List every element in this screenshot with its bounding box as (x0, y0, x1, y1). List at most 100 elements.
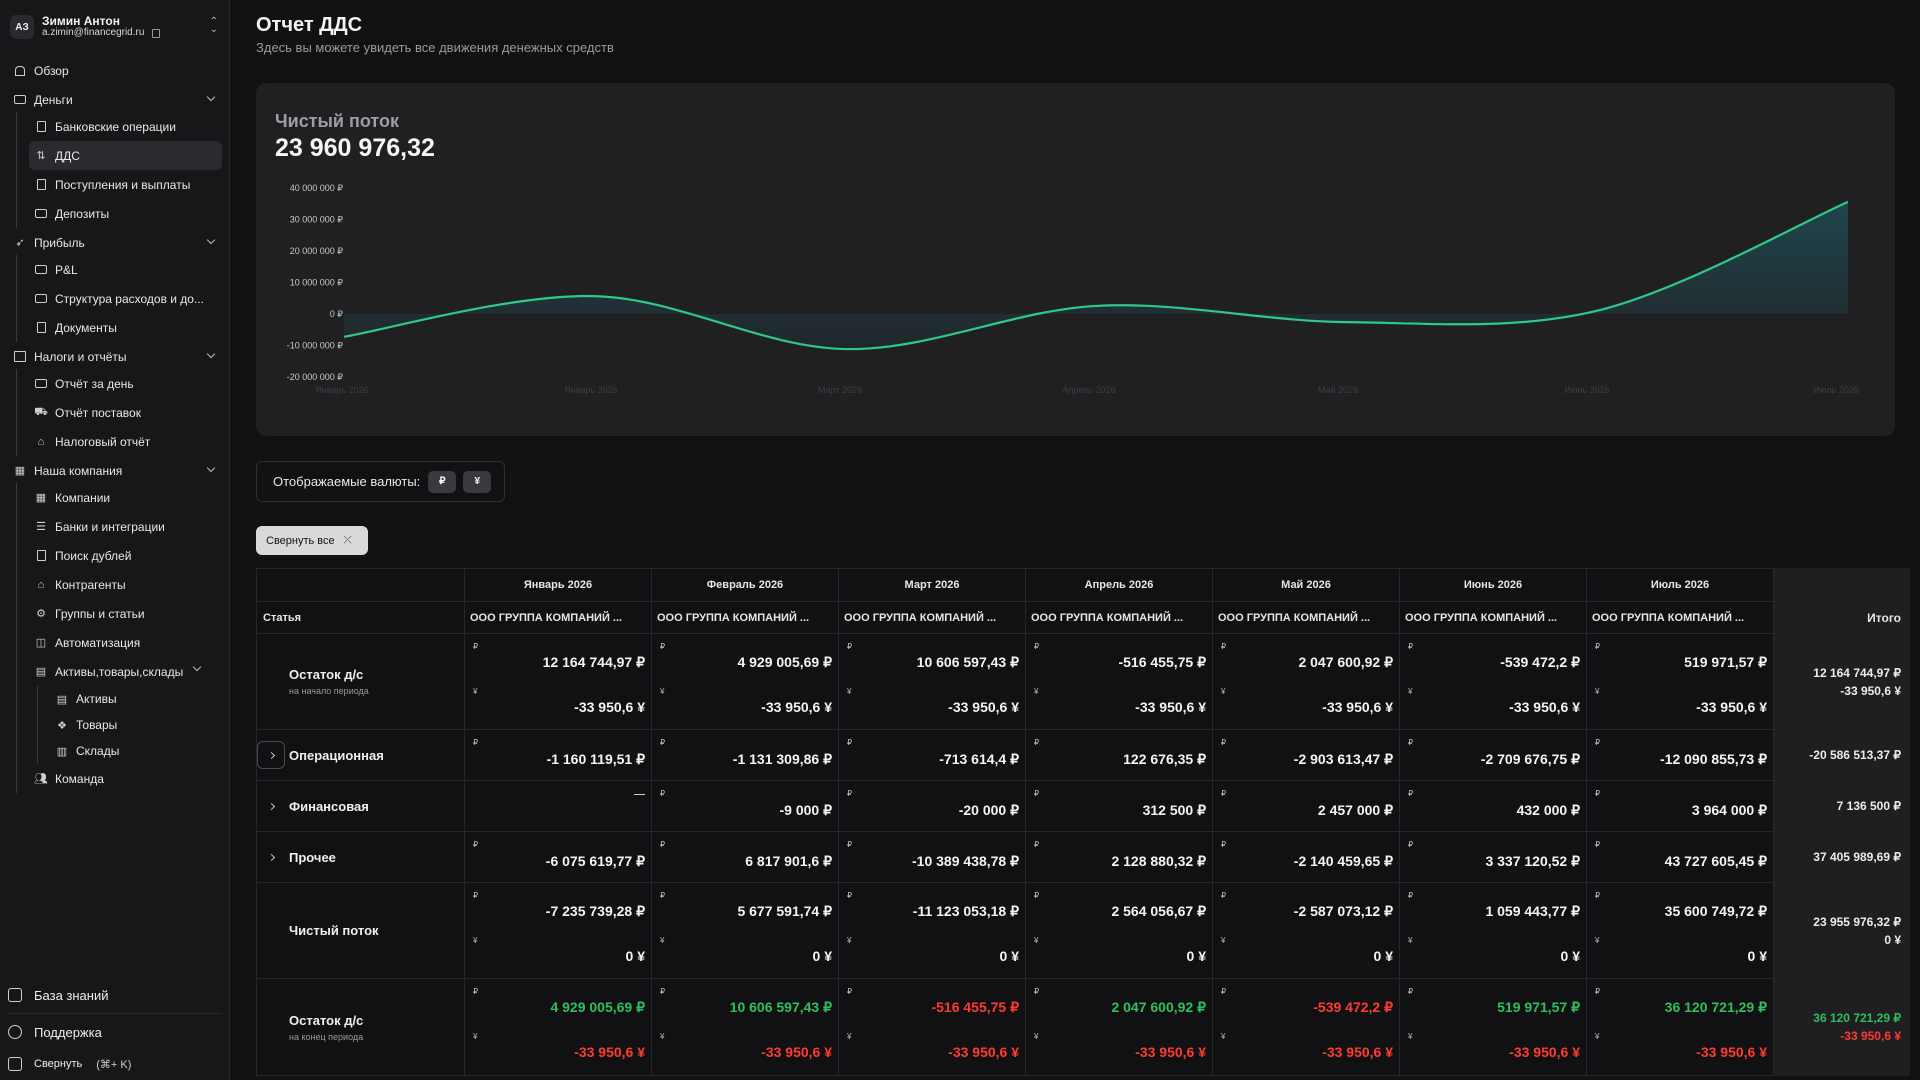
sidebar-item-overview[interactable]: Обзор (8, 58, 222, 83)
sidebar-item-counterparties[interactable]: ⌂ Контрагенты (29, 570, 222, 599)
value-cell[interactable]: ₽35 600 749,72 ₽ ¥0 ¥ (1586, 882, 1774, 979)
card-icon (35, 293, 47, 305)
sidebar-group-money[interactable]: Деньги (8, 87, 222, 112)
sidebar-item-bank-operations[interactable]: Банковские операции (29, 112, 222, 141)
user-name: Зимин Антон (42, 14, 120, 28)
month-header[interactable]: Июнь 2026 (1399, 568, 1587, 602)
sidebar-item-expense-structure[interactable]: Структура расходов и до... (29, 284, 222, 313)
value-cell[interactable]: ₽2 047 600,92 ₽ ¥ -33 950,6 ¥ (1212, 633, 1400, 730)
value-cell[interactable]: ₽12 164 744,97 ₽ ¥ -33 950,6 ¥ (464, 633, 652, 730)
value-cell[interactable]: ₽ -20 000 ₽ (838, 780, 1026, 832)
amount-rub: -2 709 676,75 ₽ (1480, 751, 1580, 767)
sidebar-item-team[interactable]: 👥︎ Команда (29, 764, 222, 793)
value-cell[interactable]: ₽2 047 600,92 ₽ ¥ -33 950,6 ¥ (1025, 978, 1213, 1076)
value-cell[interactable]: ₽ -516 455,75 ₽ ¥ -33 950,6 ¥ (1025, 633, 1213, 730)
value-cell[interactable]: ₽ -1 131 309,86 ₽ (651, 729, 839, 781)
expand-row-button[interactable] (257, 792, 285, 820)
value-cell[interactable]: ₽519 971,57 ₽ ¥ -33 950,6 ¥ (1399, 978, 1587, 1076)
value-cell[interactable]: ₽ -1 160 119,51 ₽ (464, 729, 652, 781)
sidebar-item-duplicates[interactable]: Поиск дублей (29, 541, 222, 570)
sidebar-group-profit[interactable]: ➶ Прибыль (8, 230, 222, 255)
value-cell[interactable]: ₽ -2 903 613,47 ₽ (1212, 729, 1400, 781)
value-cell[interactable]: ₽4 929 005,69 ₽ ¥ -33 950,6 ¥ (651, 633, 839, 730)
month-header[interactable]: Январь 2026 (464, 568, 652, 602)
month-header[interactable]: Апрель 2026 (1025, 568, 1213, 602)
value-cell[interactable]: ₽1 059 443,77 ₽ ¥0 ¥ (1399, 882, 1587, 979)
value-cell[interactable]: ₽5 677 591,74 ₽ ¥0 ¥ (651, 882, 839, 979)
value-cell[interactable]: ₽3 964 000 ₽ (1586, 780, 1774, 832)
value-cell[interactable]: ₽312 500 ₽ (1025, 780, 1213, 832)
amount-cny: 0 ¥ (999, 948, 1019, 964)
value-cell[interactable]: ₽ -2 587 073,12 ₽ ¥0 ¥ (1212, 882, 1400, 979)
sidebar-item-deposits[interactable]: Депозиты (29, 199, 222, 228)
value-cell[interactable]: ₽ -2 140 459,65 ₽ (1212, 831, 1400, 883)
value-cell[interactable]: ₽2 457 000 ₽ (1212, 780, 1400, 832)
sidebar-item-automation[interactable]: ◫ Автоматизация (29, 628, 222, 657)
sidebar-group-assets[interactable]: ▤ Активы,товары,склады (29, 657, 222, 686)
sidebar-item-companies[interactable]: ▦ Компании (29, 483, 222, 512)
value-cell[interactable]: ₽ -6 075 619,77 ₽ (464, 831, 652, 883)
row-article: Операционная (256, 729, 465, 781)
sidebar-item-goods[interactable]: ❖ Товары (50, 712, 222, 738)
amount-cny: -33 950,6 ¥ (1509, 699, 1580, 715)
headset-icon (8, 1025, 22, 1039)
total-cell: 36 120 721,29 ₽ -33 950,6 ¥ (1773, 978, 1910, 1076)
expand-row-button[interactable] (257, 741, 285, 769)
sidebar-group-taxes[interactable]: Налоги и отчёты (8, 344, 222, 369)
collapse-all-button[interactable]: Свернуть все ⤫ (256, 526, 368, 555)
value-cell[interactable]: ₽ -516 455,75 ₽ ¥ -33 950,6 ¥ (838, 978, 1026, 1076)
sidebar-group-company[interactable]: ▦ Наша компания (8, 458, 222, 483)
month-header[interactable]: Февраль 2026 (651, 568, 839, 602)
month-header[interactable]: Июль 2026 (1586, 568, 1774, 602)
value-cell[interactable]: ₽6 817 901,6 ₽ (651, 831, 839, 883)
value-cell[interactable] (464, 780, 652, 832)
gear-icon: ⚙ (36, 608, 46, 620)
value-cell[interactable]: ₽519 971,57 ₽ ¥ -33 950,6 ¥ (1586, 633, 1774, 730)
value-cell[interactable]: ₽ -713 614,4 ₽ (838, 729, 1026, 781)
sidebar-item-groups-articles[interactable]: ⚙ Группы и статьи (29, 599, 222, 628)
sidebar-item-documents[interactable]: Документы (29, 313, 222, 342)
sidebar-item-tax-report[interactable]: ⌂ Налоговый отчёт (29, 427, 222, 456)
collapse-sidebar-button[interactable]: Свернуть (⌘+ K) (0, 1048, 230, 1080)
knowledge-base-link[interactable]: База знаний (0, 979, 230, 1011)
value-cell[interactable]: ₽2 128 880,32 ₽ (1025, 831, 1213, 883)
copy-icon[interactable] (152, 28, 161, 38)
sidebar-item-assets[interactable]: ▤ Активы (50, 686, 222, 712)
sidebar-item-dds[interactable]: ⇅ ДДС (29, 141, 222, 170)
sidebar-item-supply-report[interactable]: ⛟ Отчёт поставок (29, 398, 222, 427)
value-cell[interactable]: ₽ -2 709 676,75 ₽ (1399, 729, 1587, 781)
currency-chip-rub[interactable]: ₽ (428, 470, 457, 493)
expand-row-button[interactable] (257, 843, 285, 871)
value-cell[interactable]: ₽122 676,35 ₽ (1025, 729, 1213, 781)
sidebar-item-warehouses[interactable]: ▥ Склады (50, 738, 222, 764)
value-cell[interactable]: ₽ -9 000 ₽ (651, 780, 839, 832)
amount-rub: 519 971,57 ₽ (1497, 999, 1580, 1015)
user-switcher[interactable]: АЗ Зимин Антон a.zimin@financegrid.ru ⌃ ⌄ (10, 12, 222, 42)
value-cell[interactable]: ₽ -12 090 855,73 ₽ (1586, 729, 1774, 781)
amount-rub: 2 047 600,92 ₽ (1298, 654, 1393, 670)
support-link[interactable]: Поддержка (0, 1016, 230, 1048)
value-cell[interactable]: ₽ -10 389 438,78 ₽ (838, 831, 1026, 883)
amount-rub: 43 727 605,45 ₽ (1664, 853, 1767, 869)
currency-chip-cny[interactable]: ¥ (463, 470, 492, 493)
value-cell[interactable]: ₽ -539 472,2 ₽ ¥ -33 950,6 ¥ (1212, 978, 1400, 1076)
value-cell[interactable]: ₽ -539 472,2 ₽ ¥ -33 950,6 ¥ (1399, 633, 1587, 730)
value-cell[interactable]: ₽36 120 721,29 ₽ ¥ -33 950,6 ¥ (1586, 978, 1774, 1076)
value-cell[interactable]: ₽10 606 597,43 ₽ ¥ -33 950,6 ¥ (651, 978, 839, 1076)
sidebar-item-pnl[interactable]: P&L (29, 255, 222, 284)
value-cell[interactable]: ₽432 000 ₽ (1399, 780, 1587, 832)
sidebar-item-receipts-payments[interactable]: Поступления и выплаты (29, 170, 222, 199)
value-cell[interactable]: ₽ -7 235 739,28 ₽ ¥0 ¥ (464, 882, 652, 979)
month-header[interactable]: Март 2026 (838, 568, 1026, 602)
value-cell[interactable]: ₽4 929 005,69 ₽ ¥ -33 950,6 ¥ (464, 978, 652, 1076)
month-header[interactable]: Май 2026 (1212, 568, 1400, 602)
value-cell[interactable]: ₽2 564 056,67 ₽ ¥0 ¥ (1025, 882, 1213, 979)
sidebar-item-banks-integrations[interactable]: ☰ Банки и интеграции (29, 512, 222, 541)
currency-symbol-rub: ₽ (847, 789, 853, 798)
value-cell[interactable]: ₽43 727 605,45 ₽ (1586, 831, 1774, 883)
value-cell[interactable]: ₽10 606 597,43 ₽ ¥ -33 950,6 ¥ (838, 633, 1026, 730)
sidebar-item-label: Поступления и выплаты (55, 177, 191, 192)
value-cell[interactable]: ₽3 337 120,52 ₽ (1399, 831, 1587, 883)
sidebar-item-daily-report[interactable]: Отчёт за день (29, 369, 222, 398)
value-cell[interactable]: ₽ -11 123 053,18 ₽ ¥0 ¥ (838, 882, 1026, 979)
